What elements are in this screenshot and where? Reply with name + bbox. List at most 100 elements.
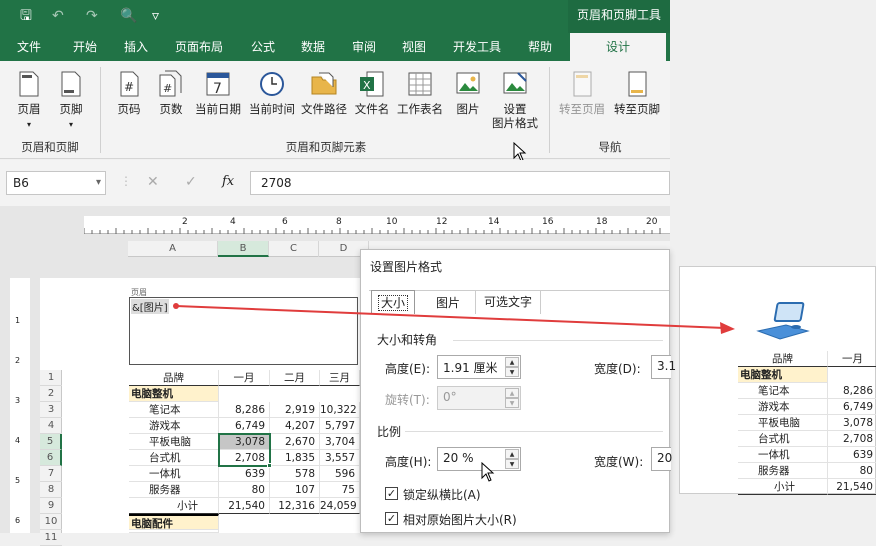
- header-edit-box[interactable]: &[图片]: [129, 297, 358, 365]
- table-cell[interactable]: 2,670: [270, 434, 320, 450]
- section-cell[interactable]: 电脑整机: [129, 386, 219, 402]
- header-button[interactable]: 页眉 ▾: [10, 69, 48, 132]
- subtotal-cell[interactable]: 21,540: [219, 498, 270, 514]
- height-spinner[interactable]: 1.91 厘米 ▲ ▼: [437, 355, 521, 379]
- row-header[interactable]: 9: [40, 498, 62, 514]
- undo-icon[interactable]: ↶: [52, 8, 64, 24]
- table-cell[interactable]: 2,919: [270, 402, 320, 418]
- table-cell[interactable]: 3,704: [320, 434, 360, 450]
- rotation-spinner[interactable]: 0° ▲ ▼: [437, 386, 521, 410]
- tab-design[interactable]: 设计: [570, 33, 666, 61]
- subtotal-cell[interactable]: 小计: [129, 498, 219, 514]
- table-cell[interactable]: 3,557: [320, 450, 360, 466]
- goto-footer-button[interactable]: 转至页脚: [610, 69, 664, 116]
- save-icon[interactable]: 🖫: [20, 8, 32, 24]
- row-header[interactable]: 5: [40, 434, 62, 450]
- table-header-cell[interactable]: 品牌: [129, 370, 219, 386]
- row-header[interactable]: 10: [40, 514, 62, 530]
- insert-function-icon[interactable]: fx: [222, 174, 234, 189]
- tab-insert[interactable]: 插入: [113, 33, 159, 61]
- table-cell[interactable]: 1,835: [270, 450, 320, 466]
- table-cell[interactable]: 平板电脑: [129, 434, 219, 450]
- spin-up-icon[interactable]: ▲: [505, 388, 519, 398]
- name-box[interactable]: B6 ▾: [6, 171, 106, 195]
- fill-handle[interactable]: [267, 463, 272, 468]
- table-header-cell[interactable]: 二月: [270, 370, 320, 386]
- table-cell[interactable]: 578: [270, 466, 320, 482]
- table-header-cell[interactable]: 一月: [219, 370, 270, 386]
- table-cell[interactable]: 5,797: [320, 418, 360, 434]
- column-header-a[interactable]: A: [128, 241, 218, 257]
- tab-help[interactable]: 帮助: [516, 33, 564, 61]
- table-cell[interactable]: 80: [219, 482, 270, 498]
- spin-down-icon[interactable]: ▼: [505, 398, 519, 408]
- row-header[interactable]: 1: [40, 370, 62, 386]
- tab-page-layout[interactable]: 页面布局: [168, 33, 230, 61]
- row-header[interactable]: 11: [40, 530, 62, 546]
- sheet-name-button[interactable]: 工作表名: [394, 69, 446, 116]
- spin-up-icon[interactable]: ▲: [505, 357, 519, 367]
- table-cell[interactable]: 639: [219, 466, 270, 482]
- row-header[interactable]: 4: [40, 418, 62, 434]
- tab-formulas[interactable]: 公式: [240, 33, 286, 61]
- table-cell[interactable]: 8,286: [219, 402, 270, 418]
- tab-review[interactable]: 审阅: [341, 33, 387, 61]
- footer-button[interactable]: 页脚 ▾: [52, 69, 90, 132]
- table-cell[interactable]: 一体机: [129, 466, 219, 482]
- tab-view[interactable]: 视图: [391, 33, 437, 61]
- row-header[interactable]: 6: [40, 450, 62, 466]
- redo-icon[interactable]: ↷: [86, 8, 98, 24]
- lock-aspect-checkbox[interactable]: ✓: [385, 487, 398, 500]
- subtotal-cell[interactable]: 12,316: [270, 498, 320, 514]
- section-cell[interactable]: 电脑配件: [129, 514, 219, 530]
- tab-file[interactable]: 文件: [6, 33, 52, 61]
- subtotal-cell[interactable]: 24,059: [320, 498, 360, 514]
- drag-handle-icon[interactable]: ⋮: [120, 174, 132, 188]
- table-cell[interactable]: 10,322: [320, 402, 360, 418]
- page-count-button[interactable]: # 页数: [152, 69, 190, 116]
- chevron-down-icon[interactable]: ▾: [96, 172, 101, 194]
- width-spinner[interactable]: 3.1: [651, 355, 676, 379]
- enter-icon[interactable]: ✓: [185, 174, 197, 190]
- print-preview-icon[interactable]: 🔍: [120, 8, 137, 24]
- page-number-button[interactable]: # 页码: [110, 69, 148, 116]
- row-header[interactable]: 8: [40, 482, 62, 498]
- table-cell[interactable]: 107: [270, 482, 320, 498]
- spin-down-icon[interactable]: ▼: [505, 459, 519, 469]
- tab-picture[interactable]: 图片: [425, 294, 471, 312]
- column-header-b[interactable]: B: [218, 241, 269, 257]
- relative-original-checkbox[interactable]: ✓: [385, 512, 398, 525]
- tab-data[interactable]: 数据: [290, 33, 336, 61]
- scale-width-spinner[interactable]: 20: [651, 447, 672, 471]
- table-cell[interactable]: 75: [320, 482, 360, 498]
- formula-input[interactable]: 2708: [250, 171, 670, 195]
- table-cell[interactable]: 服务器: [129, 482, 219, 498]
- row-header[interactable]: 7: [40, 466, 62, 482]
- table-cell[interactable]: 笔记本: [129, 402, 219, 418]
- table-cell[interactable]: 台式机: [129, 450, 219, 466]
- table-cell[interactable]: 6,749: [219, 418, 270, 434]
- tab-developer[interactable]: 开发工具: [446, 33, 508, 61]
- table-cell[interactable]: 4,207: [270, 418, 320, 434]
- tab-alt-text[interactable]: 可选文字: [475, 290, 541, 314]
- row-header[interactable]: 2: [40, 386, 62, 402]
- cancel-icon[interactable]: ✕: [147, 174, 159, 190]
- table-cell[interactable]: 596: [320, 466, 360, 482]
- goto-header-button[interactable]: 转至页眉: [556, 69, 608, 116]
- spin-up-icon[interactable]: ▲: [505, 449, 519, 459]
- format-picture-button[interactable]: 设置 图片格式: [488, 69, 542, 130]
- file-name-button[interactable]: X 文件名: [350, 69, 394, 116]
- table-cell[interactable]: 游戏本: [129, 418, 219, 434]
- header-picture-field[interactable]: &[图片]: [131, 299, 169, 314]
- tab-size[interactable]: 大小: [371, 290, 415, 314]
- current-time-button[interactable]: 当前时间: [246, 69, 298, 116]
- row-header[interactable]: 3: [40, 402, 62, 418]
- picture-button[interactable]: 图片: [448, 69, 488, 116]
- tab-home[interactable]: 开始: [62, 33, 108, 61]
- spin-down-icon[interactable]: ▼: [505, 367, 519, 377]
- customize-toolbar-icon[interactable]: ▿: [152, 8, 159, 24]
- table-header-cell[interactable]: 三月: [320, 370, 360, 386]
- current-date-button[interactable]: 7 当前日期: [192, 69, 244, 116]
- file-path-button[interactable]: 文件路径: [298, 69, 350, 116]
- column-header-c[interactable]: C: [269, 241, 319, 257]
